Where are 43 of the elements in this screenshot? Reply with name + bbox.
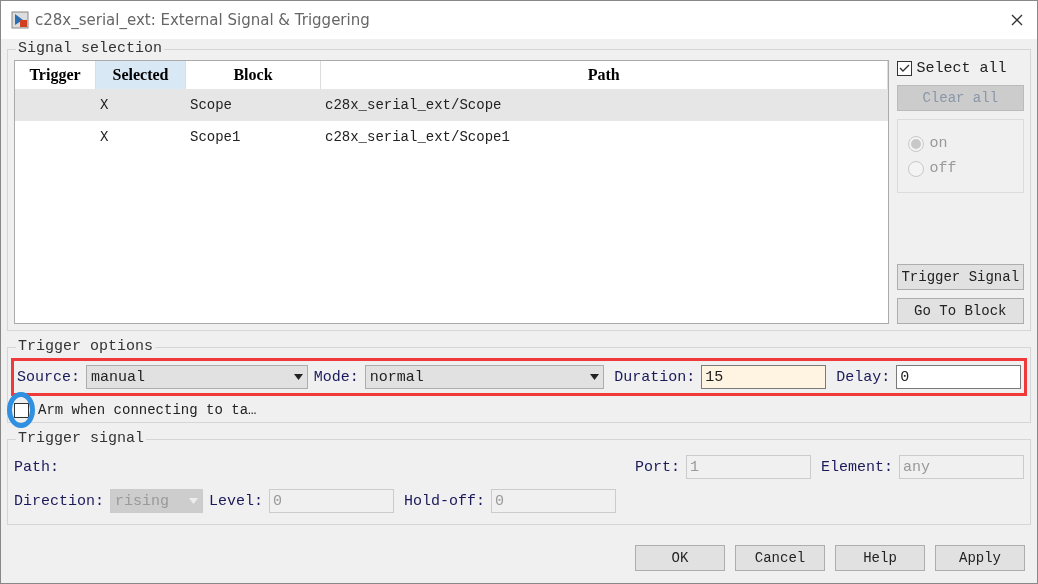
- dropdown-arrow-icon: [590, 374, 600, 380]
- table-cell: X: [100, 129, 109, 145]
- radio-label: on: [929, 135, 948, 152]
- table-row[interactable]: X Scope c28x_serial_ext/Scope: [15, 89, 888, 121]
- checkbox[interactable]: [14, 402, 29, 418]
- checkbox-label: Arm when connecting to ta…: [38, 402, 257, 418]
- dialog-button[interactable]: Apply: [935, 545, 1025, 571]
- go-to-block-button[interactable]: Go To Block: [896, 298, 1024, 324]
- field-label: Level:: [209, 492, 264, 510]
- table-cell: c28x_serial_ext/Scope: [325, 97, 502, 113]
- window-title: c28x_serial_ext: External Signal & Triggering: [35, 11, 371, 29]
- field-label: Hold-off:: [404, 492, 486, 510]
- checkbox-label: Select all: [916, 60, 1007, 77]
- delay-field[interactable]: 0: [896, 365, 1021, 389]
- field-label: Source:: [17, 368, 80, 386]
- mode-dropdown[interactable]: normal: [364, 365, 605, 389]
- field-label: Element:: [821, 458, 893, 476]
- table-cell: Scope: [190, 97, 232, 113]
- table-row[interactable]: X Scope1 c28x_serial_ext/Scope1: [15, 121, 888, 153]
- field-label: Port:: [634, 458, 680, 476]
- checkbox[interactable]: [896, 61, 912, 76]
- dialog-button[interactable]: Cancel: [735, 545, 825, 571]
- group-title: Signal selection: [16, 40, 165, 57]
- radio-label: off: [929, 160, 957, 177]
- source-dropdown[interactable]: manual: [86, 365, 308, 389]
- group-title: Trigger signal: [16, 430, 147, 447]
- duration-field[interactable]: 15: [701, 365, 827, 389]
- table-cell: Scope1: [190, 129, 241, 145]
- group-title: Trigger options: [16, 338, 156, 355]
- table-cell: c28x_serial_ext/Scope1: [325, 129, 510, 145]
- dialog-button[interactable]: Help: [835, 545, 925, 571]
- column-header[interactable]: Selected: [96, 61, 186, 89]
- field-label: Duration:: [614, 368, 696, 386]
- dialog-button[interactable]: OK: [635, 545, 725, 571]
- dropdown-arrow-icon: [189, 498, 198, 504]
- app-icon: [11, 11, 29, 29]
- table-cell: X: [100, 97, 109, 113]
- field-label: Path:: [14, 458, 59, 476]
- dropdown-arrow-icon: [293, 374, 303, 380]
- field-label: Delay:: [836, 368, 891, 386]
- field-label: Mode:: [313, 368, 359, 386]
- field-label: Direction:: [14, 492, 104, 510]
- trigger-signal-button[interactable]: Trigger Signal: [896, 264, 1024, 290]
